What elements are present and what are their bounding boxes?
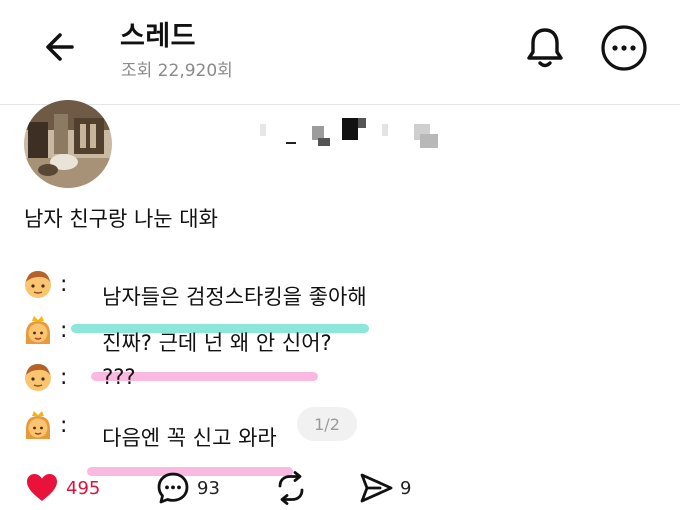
heart-icon — [27, 474, 57, 501]
app-header: 스레드 조회 22,920회 — [0, 0, 680, 104]
speaker-colon: : — [60, 317, 68, 343]
repost-button[interactable] — [273, 470, 309, 506]
image-page-indicator: 1/2 — [297, 407, 357, 441]
back-button[interactable] — [40, 26, 82, 68]
notification-button[interactable] — [522, 24, 568, 70]
speaker-colon: : — [60, 364, 68, 390]
page-title: 스레드 — [120, 21, 197, 52]
chat-message: 다음엔 꼭 신고 와라 — [75, 374, 293, 476]
princess-emoji-icon — [26, 316, 50, 344]
chat-line: : 진짜? 근데 넌 왜 안 신어? — [22, 313, 332, 381]
like-button[interactable]: 495 — [24, 470, 100, 506]
comment-button[interactable]: 93 — [155, 470, 220, 506]
send-icon — [360, 473, 393, 503]
speaker-colon: : — [60, 271, 68, 297]
repost-icon — [278, 471, 304, 505]
action-bar: 495 93 9 — [0, 470, 680, 510]
share-count: 9 — [400, 477, 412, 499]
author-avatar[interactable] — [24, 100, 112, 188]
view-count: 조회 22,920회 — [121, 61, 233, 81]
boy-emoji-icon — [25, 271, 51, 298]
chat-message-text: 진짜? 근데 넌 왜 안 신어? — [102, 331, 332, 355]
speaker-colon: : — [60, 412, 68, 438]
post-text: 남자 친구랑 나눈 대화 — [24, 207, 218, 231]
avatar-image — [24, 100, 112, 188]
chat-line: : 다음엔 꼭 신고 와라 — [22, 408, 293, 476]
comment-count: 93 — [197, 477, 220, 499]
header-divider — [0, 104, 680, 105]
more-options-button[interactable] — [600, 24, 648, 72]
chat-message-text: 다음엔 꼭 신고 와라 — [102, 426, 277, 450]
comment-icon — [157, 472, 189, 504]
like-count: 495 — [66, 477, 101, 499]
author-username-redacted — [258, 118, 448, 154]
princess-emoji-icon — [26, 411, 50, 439]
back-arrow-icon — [46, 33, 74, 61]
share-button[interactable]: 9 — [358, 470, 411, 506]
more-icon — [601, 25, 647, 71]
bell-icon — [527, 28, 563, 68]
boy-emoji-icon — [25, 364, 51, 391]
